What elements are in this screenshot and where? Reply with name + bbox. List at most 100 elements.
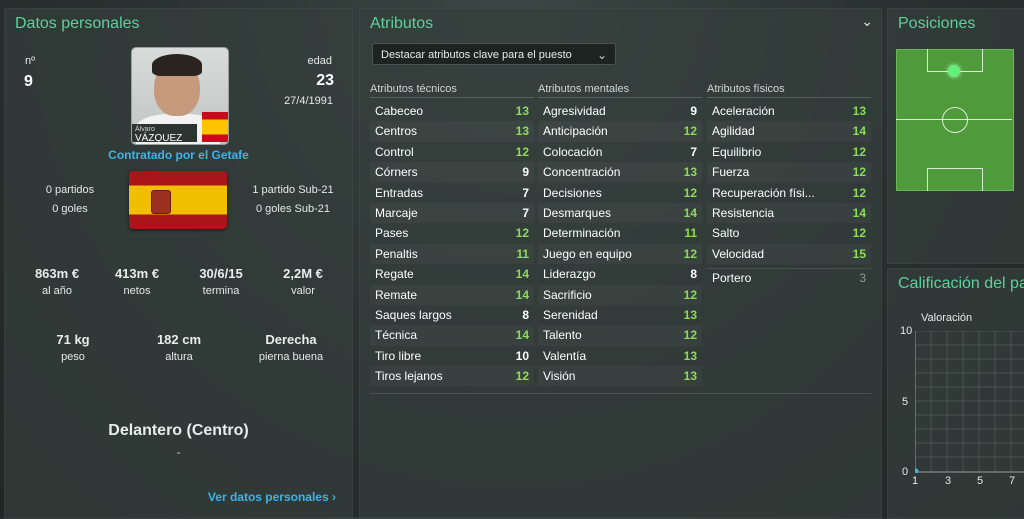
attribute-row[interactable]: Marcaje 7 [370, 203, 534, 223]
chevron-right-icon: › [332, 490, 336, 504]
attribute-value: 12 [852, 144, 866, 159]
rating-panel: Calificación del pa Valoración 10 5 0 1 … [887, 268, 1024, 519]
attribute-row[interactable]: Desmarques 14 [538, 203, 702, 223]
attribute-value: 14 [515, 328, 529, 343]
attribute-name: Penaltis [375, 246, 418, 261]
attribute-name: Marcaje [375, 205, 418, 220]
attribute-value: 13 [852, 104, 866, 118]
attribute-name: Visión [543, 369, 576, 384]
attribute-name: Cabeceo [375, 104, 424, 118]
attribute-value: 13 [683, 369, 697, 384]
positions-title: Posiciones [898, 15, 976, 32]
attribute-value: 10 [515, 348, 529, 363]
attribute-row[interactable]: Visión 13 [538, 366, 702, 386]
technical-attributes-list: Cabeceo 13 Centros 13 Control 12 Córners 9 Entra… [370, 101, 534, 386]
physical-header: Atributos físicos [707, 83, 785, 95]
attribute-row[interactable]: Valentía 13 [538, 346, 702, 366]
attribute-row[interactable]: Serenidad 13 [538, 305, 702, 325]
attribute-row[interactable]: Fuerza 12 [707, 162, 871, 182]
nationality-flag [129, 171, 227, 229]
attribute-row[interactable]: Decisiones 12 [538, 183, 702, 203]
attribute-row[interactable]: Anticipación 12 [538, 121, 702, 141]
chevron-down-icon[interactable]: ⌄ [861, 13, 873, 30]
attribute-value: 15 [852, 246, 866, 261]
highlight-attributes-dropdown[interactable]: Destacar atributos clave para el puesto … [372, 43, 616, 65]
attribute-value: 13 [683, 348, 697, 363]
attribute-name: Pases [375, 226, 409, 241]
rating-point[interactable] [915, 468, 919, 474]
attribute-name: Regate [375, 267, 414, 282]
attribute-row-goalkeeper[interactable]: Portero 3 [707, 268, 871, 288]
attribute-value: 14 [683, 205, 697, 220]
selected-position-marker [948, 65, 960, 77]
attribute-value: 14 [515, 287, 529, 302]
attribute-value: 14 [515, 267, 529, 282]
view-personal-data-link[interactable]: Ver datos personales › [208, 490, 336, 504]
attribute-row[interactable]: Concentración 13 [538, 162, 702, 182]
stat-salary: 863m € al año [34, 266, 80, 297]
attribute-row[interactable]: Talento 12 [538, 325, 702, 345]
attribute-row[interactable]: Salto 12 [707, 223, 871, 243]
y-tick-0: 0 [902, 466, 909, 478]
x-tick-7: 7 [1009, 475, 1016, 487]
attribute-name: Anticipación [543, 124, 608, 139]
age-label: edad [307, 55, 332, 67]
attribute-name: Valentía [543, 348, 587, 363]
attribute-value: 12 [852, 185, 866, 200]
attribute-value: 11 [684, 226, 697, 241]
attribute-row[interactable]: Liderazgo 8 [538, 264, 702, 284]
attribute-row[interactable]: Técnica 14 [370, 325, 534, 345]
mental-attributes-list: Agresividad 9 Anticipación 12 Colocación 7 Con… [538, 101, 702, 386]
attribute-value: 9 [690, 104, 697, 118]
coat-of-arms-icon [151, 190, 171, 214]
personal-data-title: Datos personales [15, 15, 140, 32]
rating-chart-label: Valoración [921, 312, 973, 324]
attribute-name: Técnica [375, 328, 418, 343]
y-tick-10: 10 [900, 325, 913, 337]
attribute-row[interactable]: Recuperación físi... 12 [707, 183, 871, 203]
attribute-row[interactable]: Regate 14 [370, 264, 534, 284]
attribute-value: 12 [515, 226, 529, 241]
attribute-name: Determinación [543, 226, 621, 241]
stat-net: 413m € netos [114, 266, 160, 297]
attribute-row[interactable]: Control 12 [370, 142, 534, 162]
attribute-value: 12 [683, 328, 697, 343]
attribute-row[interactable]: Agresividad 9 [538, 101, 702, 121]
attribute-row[interactable]: Saques largos 8 [370, 305, 534, 325]
attribute-row[interactable]: Determinación 11 [538, 223, 702, 243]
attribute-row[interactable]: Remate 14 [370, 285, 534, 305]
personal-data-panel: Datos personales nº 9 edad 23 27/4/1991 … [4, 8, 353, 519]
attribute-row[interactable]: Velocidad 15 [707, 244, 871, 264]
attribute-row[interactable]: Equilibrio 12 [707, 142, 871, 162]
attribute-row[interactable]: Centros 13 [370, 121, 534, 141]
attribute-value: 7 [522, 185, 529, 200]
attribute-value: 12 [683, 246, 697, 261]
attribute-row[interactable]: Agilidad 14 [707, 121, 871, 141]
attribute-value: 12 [683, 185, 697, 200]
positions-pitch[interactable] [896, 49, 1014, 191]
attribute-row[interactable]: Penaltis 11 [370, 244, 534, 264]
positions-panel: Posiciones [887, 8, 1024, 264]
attribute-name: Resistencia [712, 205, 775, 220]
attribute-row[interactable]: Cabeceo 13 [370, 101, 534, 121]
dropdown-chevron-icon: ⌄ [596, 48, 607, 62]
attribute-row[interactable]: Resistencia 14 [707, 203, 871, 223]
contract-link[interactable]: Contratado por el Getafe [5, 148, 352, 162]
attributes-panel: Atributos ⌄ Destacar atributos clave par… [359, 8, 882, 519]
attribute-row[interactable]: Sacrificio 12 [538, 285, 702, 305]
attribute-row[interactable]: Entradas 7 [370, 183, 534, 203]
attribute-row[interactable]: Tiros lejanos 12 [370, 366, 534, 386]
attribute-name: Tiros lejanos [375, 369, 443, 384]
attribute-row[interactable]: Aceleración 13 [707, 101, 871, 121]
attribute-value: 12 [515, 369, 529, 384]
attribute-value: 13 [683, 165, 697, 180]
attribute-value: 14 [852, 205, 866, 220]
attribute-row[interactable]: Córners 9 [370, 162, 534, 182]
attribute-row[interactable]: Tiro libre 10 [370, 346, 534, 366]
rating-title: Calificación del pa [898, 275, 1024, 292]
attribute-row[interactable]: Juego en equipo 12 [538, 244, 702, 264]
stat-foot: Derecha pierna buena [258, 332, 324, 363]
attribute-name: Control [375, 144, 414, 159]
attribute-row[interactable]: Colocación 7 [538, 142, 702, 162]
attribute-row[interactable]: Pases 12 [370, 223, 534, 243]
